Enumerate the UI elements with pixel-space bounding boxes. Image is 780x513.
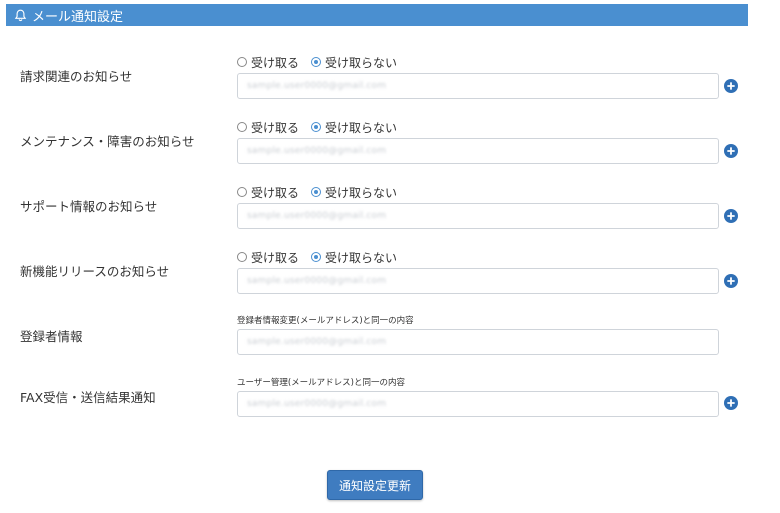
radio-decline[interactable]: 受け取らない: [311, 249, 397, 266]
plus-icon: [727, 147, 735, 155]
email-input[interactable]: [237, 268, 719, 294]
email-input[interactable]: [237, 203, 719, 229]
add-email-button[interactable]: [724, 79, 738, 93]
row-note: ユーザー管理(メールアドレス)と同一の内容: [237, 378, 405, 388]
radio-decline-circle[interactable]: [311, 57, 322, 67]
radio-accept-circle[interactable]: [237, 122, 247, 132]
email-input[interactable]: [237, 138, 719, 164]
radio-decline-label: 受け取らない: [325, 185, 398, 200]
row-label: 登録者情報: [20, 329, 83, 344]
radio-decline-label: 受け取らない: [325, 55, 398, 70]
plus-icon: [727, 212, 735, 220]
section-title: メール通知設定: [32, 9, 124, 25]
plus-icon: [727, 399, 735, 407]
add-email-button[interactable]: [724, 209, 738, 223]
update-settings-button[interactable]: 通知設定更新: [327, 470, 423, 500]
radio-decline[interactable]: 受け取らない: [311, 184, 397, 201]
radio-decline-circle[interactable]: [311, 122, 322, 132]
radio-decline-circle[interactable]: [311, 187, 322, 197]
plus-icon: [727, 277, 735, 285]
radio-accept-circle[interactable]: [237, 252, 247, 262]
row-label: サポート情報のお知らせ: [20, 199, 158, 214]
add-email-button[interactable]: [724, 396, 738, 410]
radio-decline[interactable]: 受け取らない: [311, 54, 397, 71]
radio-accept-circle[interactable]: [237, 57, 247, 67]
radio-accept[interactable]: 受け取る: [237, 54, 299, 71]
radio-decline-label: 受け取らない: [325, 250, 398, 265]
radio-accept-circle[interactable]: [237, 187, 247, 197]
radio-group: 受け取る 受け取らない: [237, 119, 409, 135]
radio-group: 受け取る 受け取らない: [237, 249, 409, 265]
add-email-button[interactable]: [724, 144, 738, 158]
radio-accept-label: 受け取る: [251, 185, 300, 200]
email-input[interactable]: [237, 391, 719, 417]
radio-accept-label: 受け取る: [251, 120, 300, 135]
row-label: FAX受信・送信結果通知: [20, 390, 156, 405]
radio-group: 受け取る 受け取らない: [237, 54, 409, 70]
radio-decline[interactable]: 受け取らない: [311, 119, 397, 136]
section-header: メール通知設定: [6, 4, 748, 26]
email-input[interactable]: [237, 73, 719, 99]
radio-decline-label: 受け取らない: [325, 120, 398, 135]
bell-icon: [14, 9, 27, 22]
email-input[interactable]: [237, 329, 719, 355]
radio-decline-circle[interactable]: [311, 252, 322, 262]
radio-accept[interactable]: 受け取る: [237, 249, 299, 266]
radio-accept[interactable]: 受け取る: [237, 184, 299, 201]
row-label: 新機能リリースのお知らせ: [20, 264, 170, 279]
row-label: メンテナンス・障害のお知らせ: [20, 134, 195, 149]
radio-accept-label: 受け取る: [251, 55, 300, 70]
add-email-button[interactable]: [724, 274, 738, 288]
radio-accept-label: 受け取る: [251, 250, 300, 265]
plus-icon: [727, 82, 735, 90]
row-note: 登録者情報変更(メールアドレス)と同一の内容: [237, 316, 414, 326]
radio-group: 受け取る 受け取らない: [237, 184, 409, 200]
row-label: 請求関連のお知らせ: [20, 69, 133, 84]
radio-accept[interactable]: 受け取る: [237, 119, 299, 136]
